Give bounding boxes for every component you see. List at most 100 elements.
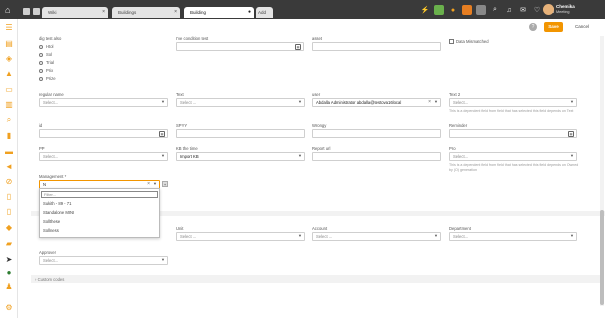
globe-icon[interactable]: ● [4, 268, 14, 278]
building-icon[interactable]: ▥ [4, 100, 14, 110]
avatar[interactable] [543, 4, 554, 15]
user-name[interactable]: Chemika [556, 4, 575, 9]
radio-sol[interactable] [39, 53, 43, 57]
radio-label: Prix [46, 68, 54, 73]
dig-test-label: dig test also [39, 36, 62, 41]
chevron-down-icon: ▼ [161, 257, 165, 262]
custom-codes-section[interactable]: › Custom codes [31, 275, 601, 283]
tab-add[interactable]: Add [256, 7, 273, 18]
id-input[interactable]: ▦ [39, 129, 168, 138]
nav-menu-icon[interactable] [33, 8, 40, 15]
clear-icon[interactable]: × [428, 99, 431, 105]
kb-select[interactable]: Import KB ▼ [176, 152, 305, 161]
unit-label: Unit [176, 226, 184, 231]
radio-prix[interactable] [39, 69, 43, 73]
calendar-icon[interactable]: ▦ [159, 130, 165, 137]
save-button[interactable]: Save [544, 22, 563, 32]
radio-trial[interactable] [39, 61, 43, 65]
spyy-label: SPYY [176, 123, 188, 128]
phone-icon[interactable]: ▯ [4, 192, 14, 202]
management-dropdown: Filter... Sukith - 89 - 71 Standalone MI… [39, 188, 160, 238]
tab-building[interactable]: Building ● [184, 7, 254, 18]
select-value: Abdalla Administrator abdalla@testova16l… [316, 100, 402, 105]
megaphone-icon[interactable]: ◄ [4, 162, 14, 172]
close-icon[interactable]: × [174, 9, 177, 15]
dropdown-option[interactable]: Sollness [43, 228, 59, 233]
chart-icon[interactable]: ▮ [4, 131, 14, 141]
add-icon[interactable]: + [162, 181, 168, 187]
list-icon[interactable]: ☰ [4, 23, 14, 33]
chevron-down-icon: ▼ [570, 153, 574, 158]
calendar-icon[interactable]: ▦ [295, 43, 301, 50]
ban-icon[interactable]: ⊘ [4, 177, 14, 187]
select-placeholder: Select ... [180, 100, 197, 105]
search-icon[interactable]: ⌕ [490, 5, 500, 15]
tab-wiki[interactable]: Wiki × [42, 7, 108, 18]
users-icon[interactable]: ♟ [4, 282, 14, 292]
chat-icon[interactable]: ✉ [518, 5, 528, 15]
gear-icon[interactable]: ⚙ [4, 303, 14, 313]
close-icon[interactable]: × [102, 9, 105, 15]
reminder-input[interactable]: ▦ [449, 129, 577, 138]
tab-buildings[interactable]: Buildings × [112, 7, 180, 18]
app-icon[interactable] [434, 5, 444, 15]
heart-icon[interactable]: ♡ [532, 5, 542, 15]
headset-icon[interactable]: ♫ [504, 5, 514, 15]
data-mismatch-checkbox[interactable] [449, 39, 454, 44]
text-select[interactable]: Select ... ▼ [176, 98, 305, 107]
clear-icon[interactable]: × [147, 181, 150, 187]
report-input[interactable] [312, 152, 441, 161]
folder-icon[interactable]: ▰ [4, 239, 14, 249]
bolt-icon[interactable]: ⚡ [420, 5, 430, 15]
select-placeholder: Select... [43, 154, 59, 159]
unit-select[interactable]: Select ... ▼ [176, 232, 305, 241]
text2-select[interactable]: Select... ▼ [449, 98, 577, 107]
account-select[interactable]: Select ... ▼ [312, 232, 441, 241]
screen-icon[interactable] [476, 5, 486, 15]
monitor-icon[interactable]: ▭ [4, 85, 14, 95]
nav-back-icon[interactable] [23, 8, 30, 15]
chat-icon[interactable]: ▬ [4, 147, 14, 157]
pro-select[interactable]: Select... ▼ [449, 152, 577, 161]
clipboard-icon[interactable]: ▤ [4, 39, 14, 49]
dropdown-option[interactable]: Sollthese [43, 219, 60, 224]
spyy-input[interactable] [176, 129, 305, 138]
radio-label: Htol [46, 44, 54, 49]
user-select[interactable]: Abdalla Administrator abdalla@testova16l… [312, 98, 441, 107]
pp-select[interactable]: Select... ▼ [39, 152, 168, 161]
help-icon[interactable]: ? [529, 23, 537, 31]
search-icon[interactable]: ⌕ [4, 115, 14, 125]
dropdown-filter-input[interactable]: Filter... [41, 191, 158, 198]
condition-test-input[interactable]: ▦ [176, 42, 304, 51]
wrongy-input[interactable] [312, 129, 441, 138]
select-placeholder: Select ... [180, 234, 197, 239]
home-icon[interactable]: ⌂ [5, 5, 15, 15]
cursor-icon[interactable]: ➤ [4, 255, 14, 265]
select-placeholder: Select... [43, 258, 59, 263]
scrollbar-thumb[interactable] [600, 210, 604, 305]
asset-label: asset [312, 36, 323, 41]
chevron-down-icon: ▼ [434, 233, 438, 238]
chevron-down-icon: ▼ [570, 233, 574, 238]
asset-input[interactable] [312, 42, 441, 51]
tag-icon[interactable]: ◈ [4, 54, 14, 64]
chevron-down-icon: ▼ [298, 99, 302, 104]
regular-name-label: regular name [39, 92, 64, 97]
graduation-icon[interactable]: ▲ [4, 69, 14, 79]
regular-name-select[interactable]: Select... ▼ [39, 98, 168, 107]
reminder-label: Reminder [449, 123, 468, 128]
calendar-icon[interactable]: ▦ [568, 130, 574, 137]
select-placeholder: Select ... [316, 234, 333, 239]
approver-select[interactable]: Select... ▼ [39, 256, 168, 265]
dropdown-option[interactable]: Standalone MINI [43, 210, 74, 215]
dropdown-option[interactable]: Sukith - 89 - 71 [43, 201, 71, 206]
radio-prize[interactable] [39, 77, 43, 81]
document-icon[interactable]: ▯ [4, 207, 14, 217]
radio-htol[interactable] [39, 45, 43, 49]
status-icon[interactable] [462, 5, 472, 15]
location-icon[interactable]: ● [448, 5, 458, 15]
department-select[interactable]: Select... ▼ [449, 232, 577, 241]
chevron-down-icon: ▼ [161, 99, 165, 104]
shield-icon[interactable]: ◆ [4, 223, 14, 233]
cancel-button[interactable]: Cancel [575, 22, 589, 32]
